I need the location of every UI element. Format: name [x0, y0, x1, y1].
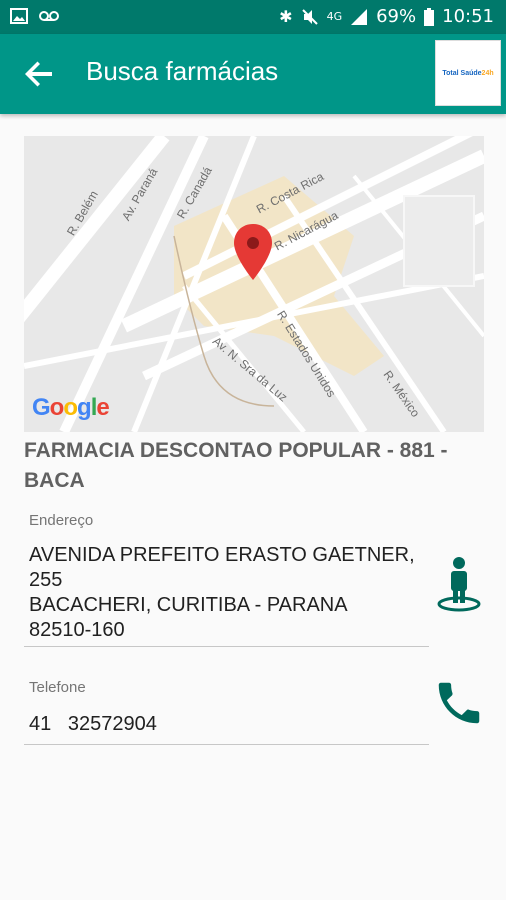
network-type: 4G — [326, 10, 343, 23]
google-logo-letter: o — [49, 394, 65, 421]
signal-icon — [351, 8, 368, 25]
app-bar: Busca farmácias Total Saúde24h — [0, 34, 506, 114]
google-logo-letter: G — [32, 394, 51, 421]
phone-divider — [24, 744, 429, 745]
back-button[interactable] — [24, 58, 56, 90]
directions-button[interactable] — [436, 556, 482, 619]
mute-icon — [301, 8, 318, 25]
battery-percent: 69% — [376, 6, 417, 27]
address-divider — [24, 646, 429, 647]
back-arrow-icon — [25, 61, 52, 87]
address-value: AVENIDA PREFEITO ERASTO GAETNER, 255 BAC… — [29, 543, 415, 643]
phone-value: 41 32572904 — [29, 713, 157, 735]
address-line: 82510-160 — [29, 619, 125, 641]
phone-icon — [438, 682, 480, 724]
google-logo-letter: g — [77, 394, 92, 421]
address-line: 255 — [29, 569, 63, 591]
system-icons: ✱ 4G 69% 10:51 — [279, 6, 494, 27]
image-notification-icon — [10, 8, 28, 24]
address-label: Endereço — [29, 512, 94, 529]
person-location-icon — [437, 557, 481, 612]
map-roads — [24, 136, 484, 432]
notification-icons — [10, 8, 60, 24]
pharmacy-name: FARMACIA DESCONTAO POPULAR - 881 - BACA — [24, 439, 448, 492]
phone-label: Telefone — [29, 679, 86, 696]
brand-logo: Total Saúde24h — [435, 40, 501, 106]
google-logo-letter: o — [63, 394, 78, 421]
status-bar: ✱ 4G 69% 10:51 — [0, 0, 506, 34]
google-logo: Google — [32, 394, 110, 422]
voicemail-icon — [39, 11, 59, 21]
map-view[interactable]: R. Belém Av. Paraná R. Canadá R. Costa R… — [24, 136, 484, 432]
clock: 10:51 — [442, 6, 494, 27]
bluetooth-icon: ✱ — [279, 7, 293, 26]
address-line: AVENIDA PREFEITO ERASTO GAETNER, — [29, 544, 415, 566]
address-line: BACACHERI, CURITIBA - PARANA — [29, 594, 348, 616]
call-button[interactable] — [432, 676, 486, 735]
page-title: Busca farmácias — [86, 56, 279, 86]
location-pin-icon[interactable] — [234, 224, 272, 280]
google-logo-letter: e — [96, 394, 109, 421]
battery-icon — [424, 7, 435, 26]
